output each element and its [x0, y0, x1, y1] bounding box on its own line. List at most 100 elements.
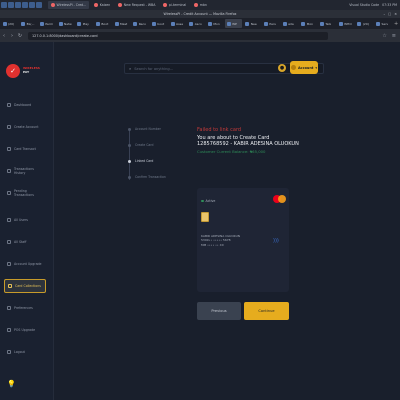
os-task-label: New Request - WBA [123, 3, 156, 7]
browser-tab[interactable]: Asco [187, 19, 205, 28]
new-tab-icon[interactable]: + [392, 21, 400, 27]
editor-icon[interactable] [29, 2, 35, 8]
browser-tab[interactable]: Play [75, 19, 93, 28]
os-task-item[interactable]: New Request - WBA [115, 1, 158, 9]
status-dot-icon [201, 199, 204, 203]
browser-tab[interactable]: (20) [355, 19, 373, 28]
tab-label: Perm [45, 21, 53, 26]
sidebar-item-pos-upgrade[interactable]: POS Upgrade [4, 323, 46, 337]
os-clock[interactable]: 07:33 PM [382, 3, 397, 7]
logout-icon [7, 350, 11, 354]
os-task-item[interactable]: WirelessPi - Cred... [48, 1, 90, 9]
mastercard-icon [273, 195, 287, 204]
sliders-icon [7, 306, 11, 310]
favicon-icon [319, 21, 324, 26]
pos-icon [7, 328, 11, 332]
browser-tab[interactable]: ada [281, 19, 299, 28]
sidebar-item-all-users[interactable]: All Users [4, 213, 46, 227]
browser-tab[interactable]: Nee [243, 19, 261, 28]
browser-tab[interactable]: Serv [374, 19, 392, 28]
previous-button[interactable]: Previous [197, 302, 241, 320]
browser-tab[interactable]: boot [150, 19, 168, 28]
browser-tab[interactable]: Reco [131, 19, 149, 28]
tab-label: Play [82, 21, 89, 26]
favicon-icon [245, 21, 250, 26]
os-task-item[interactable]: mbn [191, 1, 210, 9]
logo-mark-icon: ✓ [6, 64, 20, 78]
browser-tab[interactable]: BL(... [19, 19, 37, 28]
browser-tab[interactable]: Mon [299, 19, 317, 28]
browser-navbar: ‹ › ↻ 127.0.0.1:8000/dashboard/create-ca… [0, 29, 400, 42]
reload-icon[interactable]: ↻ [16, 33, 24, 39]
favicon-icon [2, 21, 7, 26]
browser-tab[interactable]: Netw [57, 19, 75, 28]
browser-tab[interactable]: Asse [169, 19, 187, 28]
browser-tab[interactable]: Mast [113, 19, 131, 28]
os-taskbar: WirelessPi - Cred... Kaizen New Request - … [0, 0, 400, 10]
browser-tab[interactable]: Pers [262, 19, 280, 28]
favicon-icon [207, 21, 212, 26]
browser-tab[interactable]: (20) [1, 19, 19, 28]
tab-label: Asco [194, 21, 202, 26]
menu-icon[interactable]: ≡ [392, 33, 396, 39]
search-input[interactable]: Search for anything... [134, 67, 173, 71]
favicon-icon [375, 21, 380, 26]
terminal-icon[interactable] [22, 2, 28, 8]
settings-icon[interactable] [36, 2, 42, 8]
sidebar-item-pending-transactions[interactable]: Pending Transactions [4, 186, 46, 200]
close-icon[interactable]: × [394, 12, 397, 16]
favicon-icon [21, 21, 26, 26]
account-button[interactable]: Account ▾ [290, 61, 318, 74]
top-bar: ⌕ Search for anything... ● Account ▾ [54, 42, 400, 94]
sidebar-item-label: Account Upgrade [14, 261, 42, 266]
wallet-icon [8, 284, 12, 288]
maximize-icon[interactable]: □ [388, 12, 391, 16]
lightbulb-icon[interactable]: 💡 [7, 380, 16, 388]
files-icon[interactable] [8, 2, 14, 8]
step-label: Confirm Transaction [135, 175, 166, 179]
app-icon [94, 3, 99, 7]
upgrade-icon [7, 262, 11, 266]
back-icon[interactable]: ‹ [0, 33, 8, 39]
sidebar-item-create-account[interactable]: Create Account [4, 120, 46, 134]
sidebar-item-label: Transactions History [14, 166, 34, 175]
tab-label: Pers [269, 21, 276, 26]
history-icon [7, 169, 11, 173]
card-icon [7, 147, 11, 151]
browser-tab[interactable]: Perm [38, 19, 56, 28]
sidebar-item-dashboard[interactable]: Dashboard [4, 98, 46, 112]
browser-icon[interactable] [15, 2, 21, 8]
sidebar-item-card-transact[interactable]: Card Transact [4, 142, 46, 156]
os-task-item[interactable]: pi-terminal [160, 1, 189, 9]
sidebar-item-preferences[interactable]: Preferences [4, 301, 46, 315]
os-task-list: WirelessPi - Cred... Kaizen New Request - … [48, 1, 210, 9]
sidebar-item-account-upgrade[interactable]: Account Upgrade [4, 257, 46, 271]
step-label: Account Number [135, 127, 161, 131]
favicon-icon [39, 21, 44, 26]
sidebar-item-logout[interactable]: Logout [4, 345, 46, 359]
os-right-app[interactable]: Visual Studio Code [349, 3, 379, 7]
step-item: Create Card [128, 143, 154, 147]
browser-tab[interactable]: WHO [337, 19, 355, 28]
coin-icon[interactable]: ● [278, 64, 286, 72]
os-task-item[interactable]: Kaizen [91, 1, 113, 9]
browser-tab[interactable]: WP [224, 19, 243, 28]
browser-tab[interactable]: Telx [318, 19, 336, 28]
url-bar[interactable]: 127.0.0.1:8000/dashboard/create-card [28, 31, 328, 40]
browser-tab[interactable]: Boot [94, 19, 112, 28]
forward-icon[interactable]: › [8, 33, 16, 39]
sidebar-item-card-collections[interactable]: Card Collections [4, 279, 46, 293]
avatar [290, 65, 296, 70]
error-message: Failed to link card [197, 127, 242, 133]
tab-label: Nee [250, 21, 257, 26]
continue-button[interactable]: Continue [244, 302, 289, 320]
minimize-icon[interactable]: – [383, 12, 385, 16]
browser-tab[interactable]: Mon [206, 19, 224, 28]
sidebar-item-transactions-history[interactable]: Transactions History [4, 164, 46, 178]
search-icon: ⌕ [129, 66, 132, 71]
sidebar-item-label: Dashboard [14, 103, 32, 107]
bookmark-star-icon[interactable]: ☆ [382, 33, 386, 39]
sidebar-item-all-staff[interactable]: All Staff [4, 235, 46, 249]
app-launcher-icon[interactable] [1, 2, 7, 8]
brand-logo[interactable]: ✓ WIRELESS PAY [6, 64, 40, 78]
